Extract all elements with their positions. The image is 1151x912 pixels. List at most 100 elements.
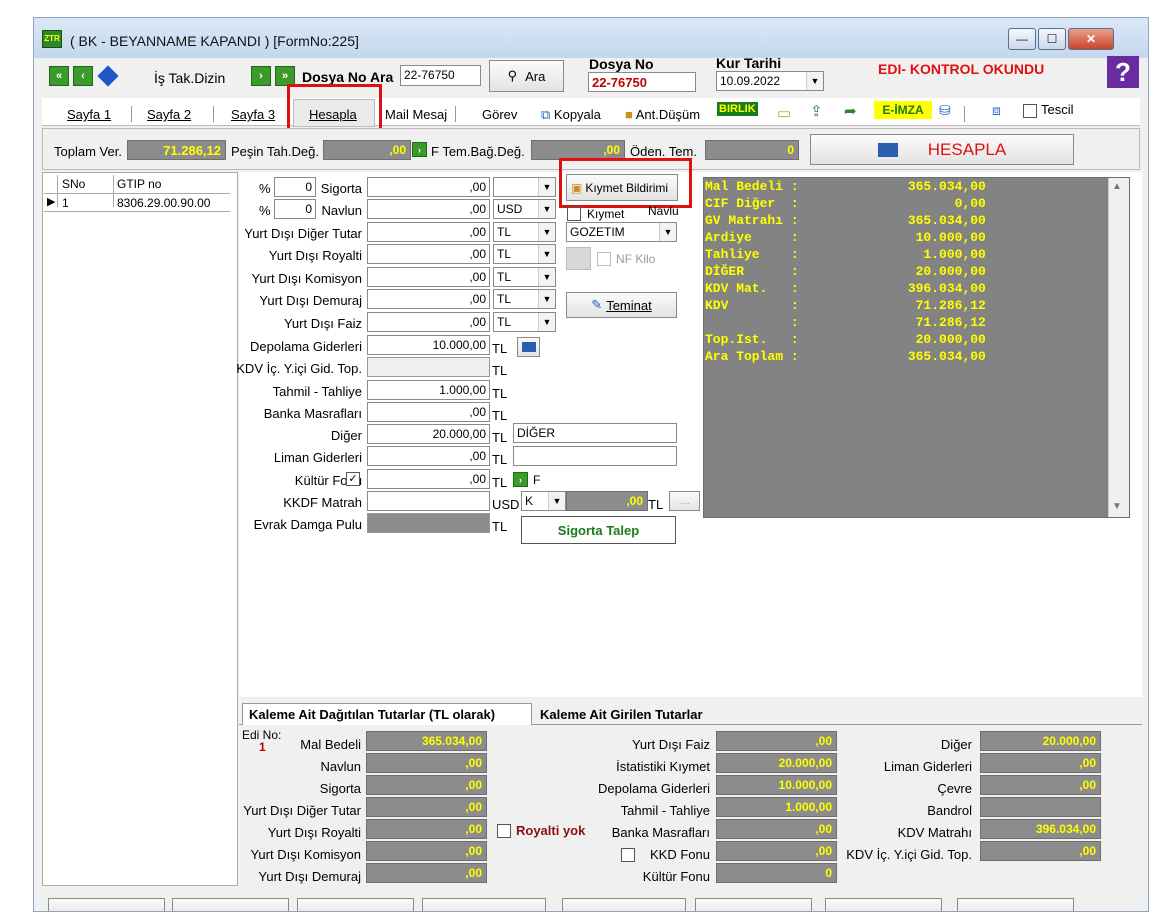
kkdf-more-button[interactable]: ....	[669, 491, 700, 511]
form-value-field[interactable]	[367, 491, 490, 511]
birlik-button[interactable]: BIRLIK	[717, 102, 758, 116]
tab-mail-mesaj[interactable]: Mail Mesaj	[385, 100, 447, 128]
chevron-down-icon[interactable]: ▼	[538, 268, 555, 286]
upload-icon[interactable]: ⇪	[810, 102, 823, 120]
currency-combo[interactable]: TL ▼	[493, 312, 556, 332]
scroll-up-icon[interactable]: ▲	[1112, 181, 1122, 192]
liman-description[interactable]	[513, 446, 677, 466]
footer-button-7[interactable]	[825, 898, 942, 911]
tab-kopyala[interactable]: ⧉ Kopyala	[541, 100, 601, 128]
export-icon[interactable]: ➦	[844, 102, 857, 120]
chevron-down-icon[interactable]: ▼	[538, 313, 555, 331]
tab-sayfa1[interactable]: Sayfa 1	[67, 100, 111, 128]
form-value-field[interactable]: ,00	[367, 267, 490, 287]
kkd-fonu-checkbox[interactable]	[621, 848, 635, 862]
bottom-tab-dagitilan[interactable]: Kaleme Ait Dağıtılan Tutarlar (TL olarak…	[249, 707, 495, 722]
form-value-field[interactable]: ,00	[367, 312, 490, 332]
form-value-field[interactable]: 1.000,00	[367, 380, 490, 400]
kultur-fonu-checkbox[interactable]: ✓	[346, 472, 360, 486]
tescil-checkbox[interactable]	[1023, 104, 1037, 118]
maximize-button[interactable]: ☐	[1038, 28, 1066, 50]
prev-record-button[interactable]: ‹	[73, 66, 93, 86]
kultur-go-button[interactable]: ›	[513, 472, 528, 487]
form-value-field[interactable]: ,00	[367, 289, 490, 309]
scroll-down-icon[interactable]: ▼	[1112, 501, 1122, 512]
footer-button-4[interactable]	[422, 898, 546, 911]
footer-button-2[interactable]	[172, 898, 289, 911]
bottom-value: ,00	[366, 841, 487, 861]
highlight-kiymet-button	[559, 158, 692, 208]
next-record-button[interactable]: ›	[251, 66, 271, 86]
close-button[interactable]: ✕	[1068, 28, 1114, 50]
form-value-field[interactable]	[367, 513, 490, 533]
last-record-button[interactable]: »	[275, 66, 295, 86]
calc-scrollbar[interactable]	[1108, 178, 1129, 517]
currency-combo[interactable]: TL ▼	[493, 267, 556, 287]
chevron-down-icon[interactable]: ▼	[538, 223, 555, 241]
app-icon: ZTR	[42, 30, 62, 48]
chevron-down-icon[interactable]: ▼	[538, 200, 555, 218]
form-value-field[interactable]: ,00	[367, 469, 490, 489]
kur-tarihi-picker[interactable]: 10.09.2022 ▼	[716, 71, 824, 91]
teminat-button[interactable]: ✎ Teminat	[566, 292, 677, 318]
tab-gorev[interactable]: Görev	[482, 100, 517, 128]
dosya-ara-input[interactable]: 22-76750	[400, 65, 481, 86]
row-selector-icon[interactable]: ▶	[47, 195, 55, 208]
database-icon[interactable]: ⛁	[939, 102, 951, 119]
navlun-check-label[interactable]: Navlu	[648, 204, 679, 218]
preview-icon[interactable]: ⧈	[992, 102, 1001, 119]
gozetim-combo[interactable]: GOZETIM ▼	[566, 222, 677, 242]
form-value-field[interactable]: 10.000,00	[367, 335, 490, 355]
navlun-pct-input[interactable]: 0	[274, 199, 316, 219]
form-value-field[interactable]: ,00	[367, 244, 490, 264]
kiymet-checkbox[interactable]	[567, 207, 581, 221]
table-row-gtip[interactable]: 8306.29.00.90.00	[117, 196, 210, 210]
form-value-field[interactable]: ,00	[367, 446, 490, 466]
diger-description[interactable]: DİĞER	[513, 423, 677, 443]
info-icon[interactable]	[97, 65, 119, 87]
footer-button-1[interactable]	[48, 898, 165, 911]
table-row-sno[interactable]: 1	[62, 196, 69, 210]
currency-combo[interactable]: TL ▼	[493, 289, 556, 309]
is-takip-label[interactable]: İş Tak.Dizin	[154, 70, 225, 86]
chevron-down-icon[interactable]: ▼	[538, 290, 555, 308]
form-value-field[interactable]: ,00	[367, 199, 490, 219]
tab-sayfa2[interactable]: Sayfa 2	[147, 100, 191, 128]
royalti-yok-checkbox[interactable]	[497, 824, 511, 838]
nf-color-box[interactable]	[566, 247, 591, 270]
nf-kilo-checkbox[interactable]	[597, 252, 611, 266]
currency-combo[interactable]: USD ▼	[493, 199, 556, 219]
bottom-value: ,00	[980, 753, 1101, 773]
kkdf-combo[interactable]: K ▼	[521, 491, 566, 511]
footer-button-3[interactable]	[297, 898, 414, 911]
form-value-field[interactable]: ,00	[367, 177, 490, 197]
e-imza-button[interactable]: E-İMZA	[874, 101, 932, 119]
bottom-tab-girilen[interactable]: Kaleme Ait Girilen Tutarlar	[540, 707, 703, 722]
tab-sayfa3[interactable]: Sayfa 3	[231, 100, 275, 128]
sigorta-talep-button[interactable]: Sigorta Talep	[521, 516, 676, 544]
folder-open-icon[interactable]: ▭	[777, 104, 791, 122]
chevron-down-icon[interactable]: ▼	[538, 178, 555, 196]
form-value-field[interactable]	[367, 357, 490, 377]
first-record-button[interactable]: «	[49, 66, 69, 86]
currency-combo[interactable]: TL ▼	[493, 244, 556, 264]
sigorta-pct-input[interactable]: 0	[274, 177, 316, 197]
minimize-button[interactable]: —	[1008, 28, 1036, 50]
form-value-field[interactable]: ,00	[367, 402, 490, 422]
form-value-field[interactable]: 20.000,00	[367, 424, 490, 444]
dosya-no-field[interactable]: 22-76750	[588, 72, 696, 92]
currency-combo[interactable]: TL ▼	[493, 222, 556, 242]
form-value-field[interactable]: ,00	[367, 222, 490, 242]
footer-button-5[interactable]	[562, 898, 686, 911]
hesapla-button[interactable]: HESAPLA	[810, 134, 1074, 165]
chevron-down-icon[interactable]: ▼	[806, 72, 823, 90]
depolama-calc-button[interactable]	[517, 337, 540, 357]
ara-button[interactable]: ⚲ Ara	[489, 60, 564, 92]
currency-combo[interactable]: ▼	[493, 177, 556, 197]
pesin-go-button[interactable]: ›	[412, 142, 427, 157]
footer-button-8[interactable]	[957, 898, 1074, 911]
help-button[interactable]: ?	[1107, 56, 1139, 88]
chevron-down-icon[interactable]: ▼	[538, 245, 555, 263]
footer-button-6[interactable]	[695, 898, 812, 911]
tab-ant-dusum[interactable]: ■ Ant.Düşüm	[625, 100, 700, 128]
